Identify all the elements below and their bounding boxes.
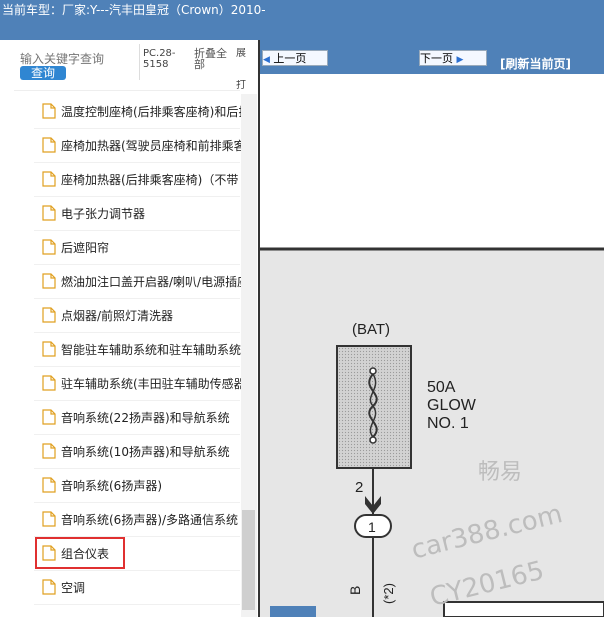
wire-color-label: B: [347, 586, 363, 595]
wire-note: (*2): [381, 583, 396, 604]
tree-item[interactable]: 电子张力调节器: [34, 196, 240, 231]
prev-page-button[interactable]: ◀ 上一页: [262, 50, 328, 66]
tree-item-label: 后遮阳帘: [61, 241, 110, 255]
document-icon: [42, 307, 56, 323]
tree-item[interactable]: 燃油加注口盖开启器/喇叭/电源插座: [34, 264, 241, 299]
arrow-left-icon: ◀: [263, 55, 270, 65]
source-label: (BAT): [352, 321, 390, 338]
tree-item-label: 音响系统(6扬声器)/多路通信系统: [61, 513, 239, 527]
refresh-page-link[interactable]: [刷新当前页]: [500, 55, 571, 72]
vehicle-label: 当前车型：: [2, 3, 63, 17]
tree-item-label: 温度控制座椅(后排乘客座椅)和后排: [61, 105, 241, 119]
tree-item[interactable]: 座椅加热器(后排乘客座椅)（不带: [34, 162, 240, 197]
scrollbar-thumb[interactable]: [242, 510, 255, 610]
header-code: PC.28-5158: [143, 48, 176, 70]
arrow-right-icon: ▶: [456, 55, 464, 65]
search-button[interactable]: 查询: [20, 66, 66, 80]
tree-item-label: 燃油加注口盖开启器/喇叭/电源插座: [61, 275, 241, 289]
next-page-button[interactable]: 下一页 ▶: [419, 50, 487, 66]
pin-number: 2: [355, 479, 363, 496]
tree-item-label: 音响系统(10扬声器)和导航系统: [61, 445, 230, 459]
document-icon: [42, 341, 56, 357]
tree-item-label: 音响系统(6扬声器): [61, 479, 162, 493]
tree-item-label: 空调: [61, 581, 86, 595]
tree-item[interactable]: 驻车辅助系统(丰田驻车辅助传感器: [34, 366, 241, 401]
document-icon: [42, 409, 56, 425]
tree-item-label: 音响系统(22扬声器)和导航系统: [61, 411, 230, 425]
tree-item-label: 座椅加热器(驾驶员座椅和前排乘客: [61, 139, 241, 153]
tree-item[interactable]: 音响系统(10扬声器)和导航系统: [34, 434, 240, 469]
document-icon: [42, 273, 56, 289]
vehicle-name: 厂家:Y---汽丰田皇冠（Crown）2010-: [62, 3, 266, 17]
document-icon: [42, 477, 56, 493]
document-icon: [42, 443, 56, 459]
fuse-name-line2: NO. 1: [427, 415, 469, 432]
document-icon: [42, 579, 56, 595]
wiring-diagram-page: (BAT) 50A GLOW NO. 1 2 1 B (*2) 畅易 car38…: [260, 74, 604, 618]
prev-page-label: 上一页: [273, 52, 307, 65]
watermark-line1: 畅易: [478, 460, 522, 485]
tree-item[interactable]: 温度控制座椅(后排乘客座椅)和后排: [34, 94, 241, 129]
tree-item-label: 点烟器/前照灯清洗器: [61, 309, 174, 323]
wiring-diagram: (BAT) 50A GLOW NO. 1 2 1 B (*2) 畅易 car38…: [260, 74, 604, 618]
doc-corner-tab[interactable]: [270, 606, 316, 617]
selected-item-highlight: [35, 537, 125, 569]
document-icon: [42, 239, 56, 255]
doc-toolbar: ◀ 上一页 下一页 ▶ [刷新当前页]: [260, 40, 604, 74]
right-panel: ◀ 上一页 下一页 ▶ [刷新当前页] (BAT) 50A GLOW NO. 1…: [260, 40, 604, 618]
tree-item[interactable]: 座椅加热器(驾驶员座椅和前排乘客: [34, 128, 241, 163]
fuse-name-line1: GLOW: [427, 397, 477, 414]
connector-number: 1: [368, 519, 376, 535]
collapse-all-button[interactable]: 折叠全部: [194, 48, 230, 70]
document-icon: [42, 171, 56, 187]
tree-item-label: 电子张力调节器: [61, 207, 146, 221]
document-icon: [42, 205, 56, 221]
top-bar: 当前车型：厂家:Y---汽丰田皇冠（Crown）2010-: [0, 0, 604, 40]
tree-item[interactable]: 音响系统(6扬声器): [34, 468, 240, 503]
fuse-terminal-bottom: [369, 436, 377, 444]
left-panel: 查询 PC.28-5158 折叠全部 展 打 温度控制座椅(后排乘客座椅)和后排…: [0, 40, 258, 617]
next-page-label: 下一页: [420, 52, 453, 65]
header-divider: [139, 44, 140, 80]
expand-button[interactable]: 展: [236, 48, 246, 59]
fuse-rating: 50A: [427, 379, 456, 396]
tree-top-item: [14, 82, 240, 91]
vehicle-info: 当前车型：厂家:Y---汽丰田皇冠（Crown）2010-: [2, 1, 266, 18]
fuse-terminal-top: [369, 367, 377, 375]
document-icon: [42, 511, 56, 527]
tree-item[interactable]: 后遮阳帘: [34, 230, 240, 265]
document-icon: [42, 137, 56, 153]
document-icon: [42, 375, 56, 391]
tree-item[interactable]: 点烟器/前照灯清洗器: [34, 298, 240, 333]
search-input[interactable]: [20, 51, 132, 67]
tree-item[interactable]: 音响系统(22扬声器)和导航系统: [34, 400, 240, 435]
tree-item-label: 座椅加热器(后排乘客座椅)（不带: [61, 173, 239, 187]
document-icon: [42, 103, 56, 119]
tree-item[interactable]: 音响系统(6扬声器)/多路通信系统: [34, 502, 240, 537]
tree-item[interactable]: 空调: [34, 570, 240, 605]
tree-item[interactable]: 智能驻车辅助系统和驻车辅助系统: [34, 332, 241, 367]
tree-item-label: 智能驻车辅助系统和驻车辅助系统: [61, 343, 241, 357]
tree-item-label: 驻车辅助系统(丰田驻车辅助传感器: [61, 377, 241, 391]
